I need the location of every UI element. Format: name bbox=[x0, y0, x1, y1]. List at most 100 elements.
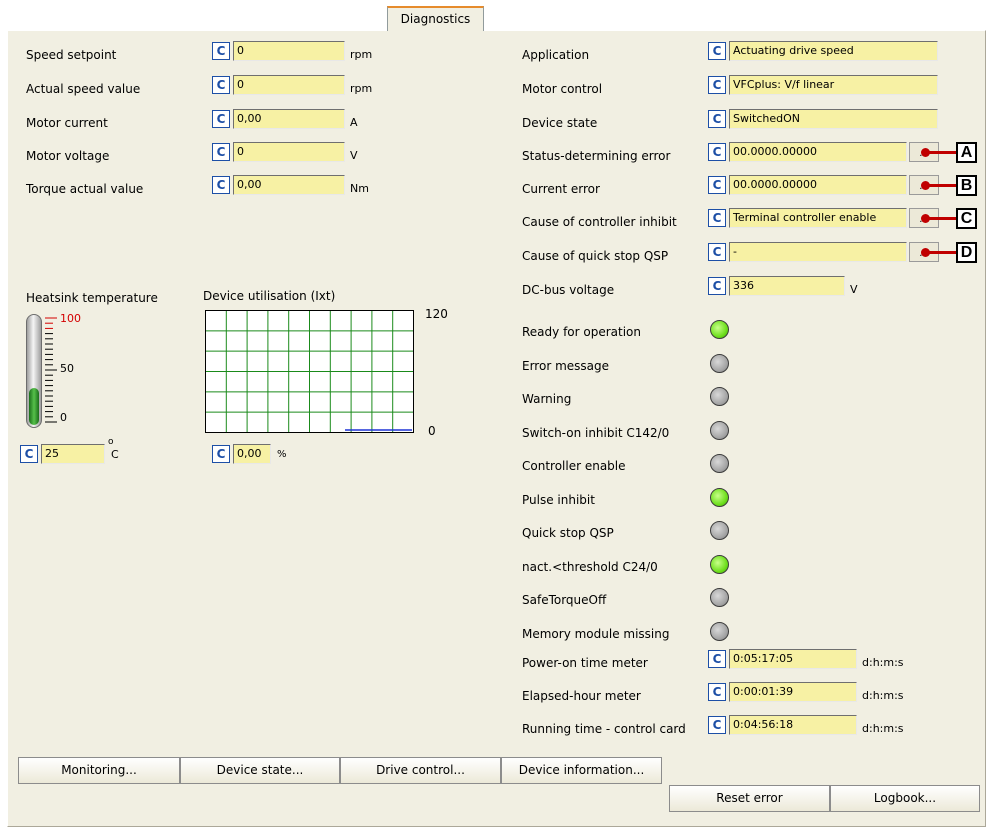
application-code-button[interactable]: C bbox=[708, 42, 726, 60]
motor-current-unit: A bbox=[350, 116, 358, 129]
dc-bus-voltage-unit: V bbox=[850, 283, 858, 296]
marker-line-b bbox=[926, 184, 956, 187]
power-on-time-unit: d:h:m:s bbox=[862, 656, 904, 669]
application-label: Application bbox=[522, 48, 590, 62]
logbook-button[interactable]: Logbook... bbox=[830, 785, 980, 812]
status-label: Switch-on inhibit C142/0 bbox=[522, 425, 670, 440]
status-led-indicator bbox=[710, 554, 729, 574]
controller-inhibit-cause-label: Cause of controller inhibit bbox=[522, 215, 677, 229]
reset-error-button[interactable]: Reset error bbox=[669, 785, 830, 812]
status-label: Ready for operation bbox=[522, 325, 641, 339]
current-error-code-button[interactable]: C bbox=[708, 176, 726, 194]
marker-line-d bbox=[926, 251, 956, 254]
actual-speed-value: 0 bbox=[233, 75, 345, 95]
status-led-indicator bbox=[710, 420, 729, 440]
quick-stop-cause-value: - bbox=[729, 242, 907, 262]
motor-voltage-code-button[interactable]: C bbox=[212, 143, 230, 161]
speed-setpoint-unit: rpm bbox=[350, 48, 373, 61]
status-label: SafeTorqueOff bbox=[522, 593, 607, 607]
speed-setpoint-label: Speed setpoint bbox=[26, 48, 117, 62]
status-led-indicator bbox=[710, 521, 729, 540]
thermometer-fill bbox=[29, 388, 39, 425]
running-time-unit: d:h:m:s bbox=[862, 722, 904, 735]
power-on-time-label: Power-on time meter bbox=[522, 656, 648, 670]
quick-stop-cause-code-button[interactable]: C bbox=[708, 243, 726, 261]
status-led-indicator bbox=[710, 320, 729, 339]
speed-setpoint-code-button[interactable]: C bbox=[212, 42, 230, 60]
elapsed-hour-unit: d:h:m:s bbox=[862, 689, 904, 702]
marker-line-c bbox=[926, 217, 956, 220]
elapsed-hour-code-button[interactable]: C bbox=[708, 683, 726, 701]
thermometer-scale-mid: 50 bbox=[60, 362, 74, 375]
status-determining-error-code-button[interactable]: C bbox=[708, 143, 726, 161]
marker-a: A bbox=[956, 142, 977, 163]
dc-bus-voltage-code-button[interactable]: C bbox=[708, 277, 726, 295]
speed-setpoint-value: 0 bbox=[233, 41, 345, 61]
status-led-indicator bbox=[710, 588, 729, 607]
utilisation-axis-max: 120 bbox=[425, 307, 448, 321]
status-label: Warning bbox=[522, 392, 572, 406]
torque-unit: Nm bbox=[350, 182, 369, 195]
utilisation-axis-min: 0 bbox=[428, 424, 436, 438]
thermometer-scale-min: 0 bbox=[60, 411, 67, 424]
device-state-button[interactable]: Device state... bbox=[180, 757, 340, 784]
device-state-code-button[interactable]: C bbox=[708, 110, 726, 128]
status-label: Pulse inhibit bbox=[522, 492, 595, 507]
status-label: Controller enable bbox=[522, 459, 626, 473]
motor-voltage-unit: V bbox=[350, 149, 358, 162]
status-led-indicator bbox=[710, 454, 729, 473]
dc-bus-voltage-value: 336 bbox=[729, 276, 845, 296]
heatsink-code-button[interactable]: C bbox=[20, 445, 38, 463]
heatsink-value: 25 bbox=[41, 444, 105, 464]
device-state-label: Device state bbox=[522, 116, 598, 130]
status-label: nact.<threshold C24/0 bbox=[522, 559, 658, 574]
power-on-time-code-button[interactable]: C bbox=[708, 650, 726, 668]
current-error-label: Current error bbox=[522, 182, 600, 196]
tab-diagnostics[interactable]: Diagnostics bbox=[387, 6, 484, 31]
motor-control-value: VFCplus: V/f linear bbox=[729, 75, 938, 95]
thermometer bbox=[26, 314, 42, 428]
torque-code-button[interactable]: C bbox=[212, 176, 230, 194]
heatsink-temperature-label: Heatsink temperature bbox=[26, 291, 158, 305]
utilisation-unit: % bbox=[277, 449, 287, 460]
status-led-indicator bbox=[710, 353, 729, 373]
status-led-indicator bbox=[710, 621, 729, 641]
controller-inhibit-cause-code-button[interactable]: C bbox=[708, 209, 726, 227]
marker-d: D bbox=[956, 242, 977, 263]
torque-value: 0,00 bbox=[233, 175, 345, 195]
application-value: Actuating drive speed bbox=[729, 41, 938, 61]
status-led-indicator bbox=[710, 487, 729, 507]
marker-dot-a bbox=[921, 148, 930, 157]
dc-bus-voltage-label: DC-bus voltage bbox=[522, 283, 615, 297]
marker-dot-d bbox=[921, 248, 930, 257]
actual-speed-code-button[interactable]: C bbox=[212, 76, 230, 94]
marker-dot-c bbox=[921, 214, 930, 223]
device-state-value: SwitchedON bbox=[729, 109, 938, 129]
marker-b: B bbox=[956, 175, 977, 196]
running-time-label: Running time - control card bbox=[522, 722, 686, 736]
utilisation-code-button[interactable]: C bbox=[212, 445, 230, 463]
running-time-value: 0:04:56:18 bbox=[729, 715, 857, 735]
status-led-indicator bbox=[710, 387, 729, 406]
device-information-button[interactable]: Device information... bbox=[501, 757, 662, 784]
status-label: Error message bbox=[522, 358, 609, 373]
elapsed-hour-label: Elapsed-hour meter bbox=[522, 689, 641, 703]
drive-control-button[interactable]: Drive control... bbox=[340, 757, 501, 784]
thermometer-scale bbox=[45, 317, 57, 423]
power-on-time-value: 0:05:17:05 bbox=[729, 649, 857, 669]
actual-speed-unit: rpm bbox=[350, 82, 373, 95]
marker-c: C bbox=[956, 208, 977, 229]
monitoring-button[interactable]: Monitoring... bbox=[18, 757, 180, 784]
heatsink-degree: o bbox=[108, 437, 114, 447]
motor-control-code-button[interactable]: C bbox=[708, 76, 726, 94]
motor-current-code-button[interactable]: C bbox=[212, 110, 230, 128]
status-label: Memory module missing bbox=[522, 626, 670, 641]
status-determining-error-label: Status-determining error bbox=[522, 149, 671, 163]
quick-stop-cause-label: Cause of quick stop QSP bbox=[522, 249, 669, 263]
controller-inhibit-cause-value: Terminal controller enable bbox=[729, 208, 907, 228]
marker-line-a bbox=[926, 151, 956, 154]
current-error-value: 00.0000.00000 bbox=[729, 175, 907, 195]
marker-dot-b bbox=[921, 181, 930, 190]
motor-voltage-label: Motor voltage bbox=[26, 149, 110, 163]
running-time-code-button[interactable]: C bbox=[708, 716, 726, 734]
